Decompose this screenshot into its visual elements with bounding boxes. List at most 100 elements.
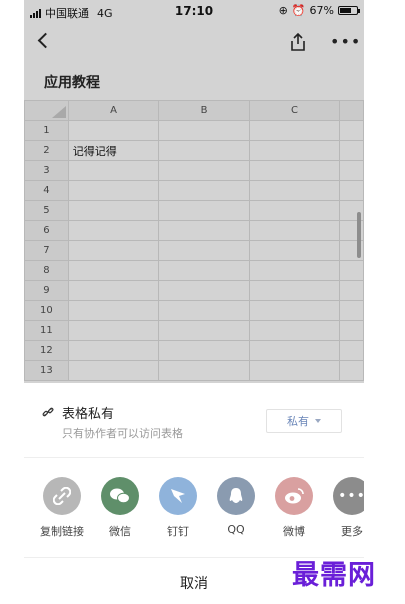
- grid-cell[interactable]: [339, 120, 364, 141]
- grid-cell[interactable]: [67, 180, 160, 201]
- vertical-scrollbar[interactable]: [357, 212, 361, 258]
- row-header[interactable]: 6: [24, 220, 69, 241]
- grid-cell[interactable]: [339, 340, 364, 361]
- grid-cell[interactable]: 记得记得: [67, 140, 160, 161]
- more-menu-icon[interactable]: •••: [330, 34, 361, 50]
- grid-cell[interactable]: [248, 120, 341, 141]
- grid-cell[interactable]: [158, 200, 250, 221]
- grid-cell[interactable]: [67, 300, 160, 321]
- grid-cell[interactable]: [248, 320, 341, 341]
- grid-cell[interactable]: [339, 180, 364, 201]
- grid-cell[interactable]: [339, 260, 364, 281]
- row-header[interactable]: 13: [24, 360, 69, 381]
- grid-cell[interactable]: [67, 360, 160, 381]
- watermark-logo: 最需网: [292, 560, 376, 591]
- share-wechat[interactable]: 微信: [91, 477, 149, 539]
- grid-cell[interactable]: [248, 360, 341, 381]
- grid-cell[interactable]: [339, 160, 364, 181]
- row-header[interactable]: 4: [24, 180, 69, 201]
- share-label: 钉钉: [167, 525, 189, 538]
- column-header[interactable]: B: [158, 100, 250, 121]
- row-header[interactable]: 11: [24, 320, 69, 341]
- share-label: 微博: [283, 525, 305, 538]
- grid-cell[interactable]: [339, 300, 364, 321]
- share-more[interactable]: ••• 更多: [323, 477, 364, 539]
- back-icon[interactable]: [37, 32, 54, 49]
- row-header[interactable]: 12: [24, 340, 69, 361]
- share-circle: •••: [333, 477, 364, 515]
- grid-cell[interactable]: [158, 120, 250, 141]
- row-header[interactable]: 10: [24, 300, 69, 321]
- spreadsheet-grid[interactable]: A B C 1 2 记得记得 3 4 5 6 7 8 9 10 11 12 13: [24, 100, 364, 383]
- grid-cell[interactable]: [248, 160, 341, 181]
- grid-cell[interactable]: [339, 140, 364, 161]
- share-label: 微信: [109, 525, 131, 538]
- grid-cell[interactable]: [248, 300, 341, 321]
- grid-cell[interactable]: [67, 120, 160, 141]
- row-header[interactable]: 1: [24, 120, 69, 141]
- grid-cell[interactable]: [248, 240, 341, 261]
- grid-cell[interactable]: [248, 280, 341, 301]
- grid-cell[interactable]: [158, 180, 250, 201]
- share-label: QQ: [227, 523, 245, 536]
- share-copy-link[interactable]: 复制链接: [33, 477, 91, 539]
- column-header[interactable]: C: [248, 100, 341, 121]
- grid-cell[interactable]: [158, 300, 250, 321]
- grid-cell[interactable]: [67, 340, 160, 361]
- share-circle: [159, 477, 197, 515]
- grid-cell[interactable]: [158, 280, 250, 301]
- grid-cell[interactable]: [339, 280, 364, 301]
- share-dingtalk[interactable]: 钉钉: [149, 477, 207, 539]
- grid-cell[interactable]: [248, 260, 341, 281]
- grid-row: 11: [24, 320, 364, 341]
- grid-cell[interactable]: [158, 140, 250, 161]
- select-all-corner[interactable]: [24, 100, 69, 121]
- grid-cell[interactable]: [248, 140, 341, 161]
- privacy-title: 表格私有: [62, 407, 115, 422]
- grid-row: 13: [24, 360, 364, 381]
- row-header[interactable]: 2: [24, 140, 69, 161]
- column-header[interactable]: A: [67, 100, 160, 121]
- grid-cell[interactable]: [158, 240, 250, 261]
- grid-row: 1: [24, 120, 364, 141]
- grid-cell[interactable]: [67, 260, 160, 281]
- share-circle: [275, 477, 313, 515]
- grid-cell[interactable]: [158, 320, 250, 341]
- grid-cell[interactable]: [339, 320, 364, 341]
- row-header[interactable]: 7: [24, 240, 69, 261]
- lock-rotation-icon: ⊕: [278, 4, 288, 17]
- grid-cell[interactable]: [158, 260, 250, 281]
- privacy-select[interactable]: 私有: [266, 409, 342, 433]
- share-icon[interactable]: [288, 32, 308, 52]
- phone-screen: 中国联通 4G 17:10 ⊕ ⏰ 67% ••• 应用教程 A B C 1 2…: [24, 0, 364, 604]
- grid-row: 6: [24, 220, 364, 241]
- grid-cell[interactable]: [158, 360, 250, 381]
- grid-cell[interactable]: [339, 360, 364, 381]
- grid-cell[interactable]: [248, 200, 341, 221]
- nav-bar: •••: [24, 26, 364, 60]
- grid-cell[interactable]: [67, 200, 160, 221]
- share-qq[interactable]: QQ: [207, 477, 265, 536]
- grid-cell[interactable]: [248, 180, 341, 201]
- grid-cell[interactable]: [248, 220, 341, 241]
- share-circle: [101, 477, 139, 515]
- share-circle: [217, 477, 255, 515]
- share-targets: 复制链接 微信 钉钉 QQ 微博 ••• 更多: [24, 477, 364, 543]
- grid-row: 3: [24, 160, 364, 181]
- grid-row: 12: [24, 340, 364, 361]
- grid-cell[interactable]: [158, 220, 250, 241]
- grid-body: 1 2 记得记得 3 4 5 6 7 8 9 10 11 12 13: [24, 120, 364, 381]
- row-header[interactable]: 9: [24, 280, 69, 301]
- row-header[interactable]: 3: [24, 160, 69, 181]
- grid-cell[interactable]: [158, 160, 250, 181]
- grid-cell[interactable]: [67, 320, 160, 341]
- row-header[interactable]: 8: [24, 260, 69, 281]
- grid-cell[interactable]: [67, 220, 160, 241]
- grid-cell[interactable]: [248, 340, 341, 361]
- row-header[interactable]: 5: [24, 200, 69, 221]
- grid-cell[interactable]: [158, 340, 250, 361]
- grid-cell[interactable]: [67, 280, 160, 301]
- grid-cell[interactable]: [67, 240, 160, 261]
- share-weibo[interactable]: 微博: [265, 477, 323, 539]
- grid-cell[interactable]: [67, 160, 160, 181]
